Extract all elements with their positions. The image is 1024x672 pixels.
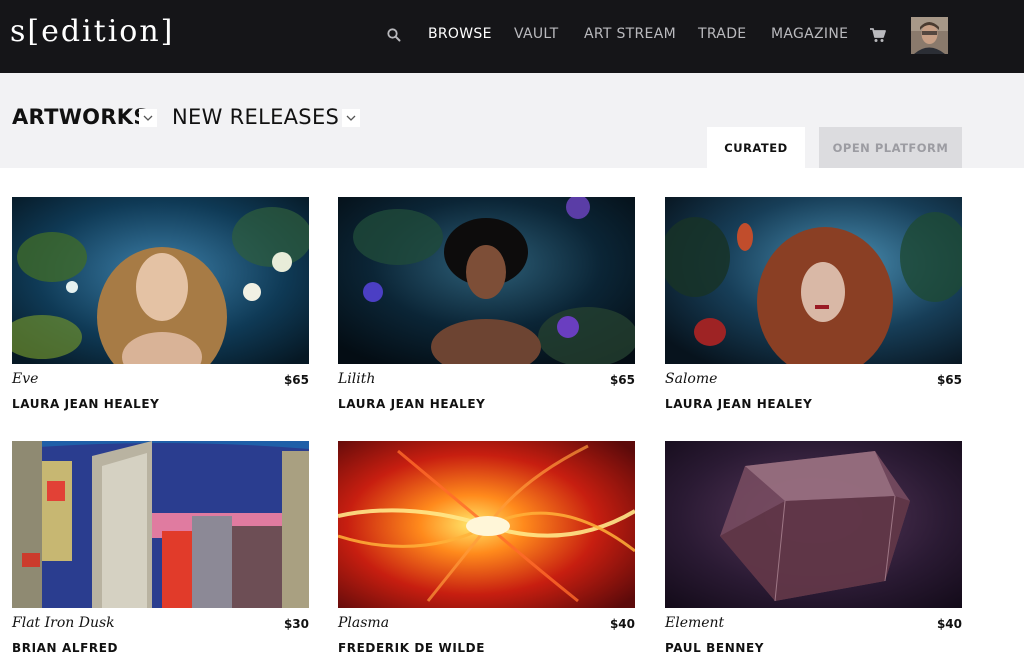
artwork-card[interactable]: Flat Iron Dusk $30 BRIAN ALFRED: [12, 441, 309, 655]
artwork-price: $65: [936, 373, 962, 387]
artwork-image[interactable]: [12, 441, 309, 608]
artwork-price: $40: [609, 617, 635, 631]
artwork-title[interactable]: Plasma: [338, 615, 389, 631]
filter-title: NEW RELEASES: [172, 105, 340, 129]
top-nav-bar: s[edition] BROWSE VAULT ART STREAM TRADE…: [0, 0, 1024, 73]
artwork-title[interactable]: Eve: [12, 371, 38, 387]
tab-open-platform[interactable]: OPEN PLATFORM: [819, 127, 962, 168]
nav-trade[interactable]: TRADE: [698, 26, 746, 42]
artwork-card[interactable]: Lilith $65 LAURA JEAN HEALEY: [338, 197, 635, 411]
chevron-down-icon: [143, 115, 153, 121]
nav-art-stream[interactable]: ART STREAM: [584, 26, 676, 42]
cart-icon[interactable]: [869, 26, 887, 44]
artwork-image[interactable]: [338, 441, 635, 608]
search-icon[interactable]: [386, 27, 402, 43]
artwork-price: $30: [283, 617, 309, 631]
artwork-card[interactable]: Element $40 PAUL BENNEY: [665, 441, 962, 655]
artwork-card[interactable]: Plasma $40 FREDERIK DE WILDE: [338, 441, 635, 655]
artwork-artist[interactable]: LAURA JEAN HEALEY: [665, 397, 812, 411]
artwork-image[interactable]: [338, 197, 635, 364]
artwork-image[interactable]: [12, 197, 309, 364]
section-title: ARTWORKS: [12, 105, 149, 129]
nav-vault[interactable]: VAULT: [514, 26, 558, 42]
section-dropdown[interactable]: [139, 109, 157, 127]
artwork-image[interactable]: [665, 197, 962, 364]
artwork-price: $65: [283, 373, 309, 387]
section-header: ARTWORKS NEW RELEASES CURATED OPEN PLATF…: [0, 73, 1024, 168]
artwork-title[interactable]: Flat Iron Dusk: [12, 615, 115, 631]
artwork-artist[interactable]: FREDERIK DE WILDE: [338, 641, 485, 655]
artwork-card[interactable]: Eve $65 LAURA JEAN HEALEY: [12, 197, 309, 411]
nav-browse[interactable]: BROWSE: [428, 26, 492, 42]
artwork-price: $40: [936, 617, 962, 631]
artwork-title[interactable]: Element: [665, 615, 724, 631]
artwork-image[interactable]: [665, 441, 962, 608]
artwork-price: $65: [609, 373, 635, 387]
nav-magazine[interactable]: MAGAZINE: [771, 26, 848, 42]
artwork-artist[interactable]: LAURA JEAN HEALEY: [12, 397, 159, 411]
logo[interactable]: s[edition]: [10, 14, 174, 49]
tab-curated[interactable]: CURATED: [707, 127, 805, 168]
filter-dropdown[interactable]: [342, 109, 360, 127]
artwork-title[interactable]: Salome: [665, 371, 717, 387]
artwork-artist[interactable]: BRIAN ALFRED: [12, 641, 118, 655]
artwork-card[interactable]: Salome $65 LAURA JEAN HEALEY: [665, 197, 962, 411]
user-avatar[interactable]: [911, 17, 948, 54]
artwork-artist[interactable]: LAURA JEAN HEALEY: [338, 397, 485, 411]
artwork-title[interactable]: Lilith: [338, 371, 375, 387]
chevron-down-icon: [346, 115, 356, 121]
artwork-artist[interactable]: PAUL BENNEY: [665, 641, 764, 655]
